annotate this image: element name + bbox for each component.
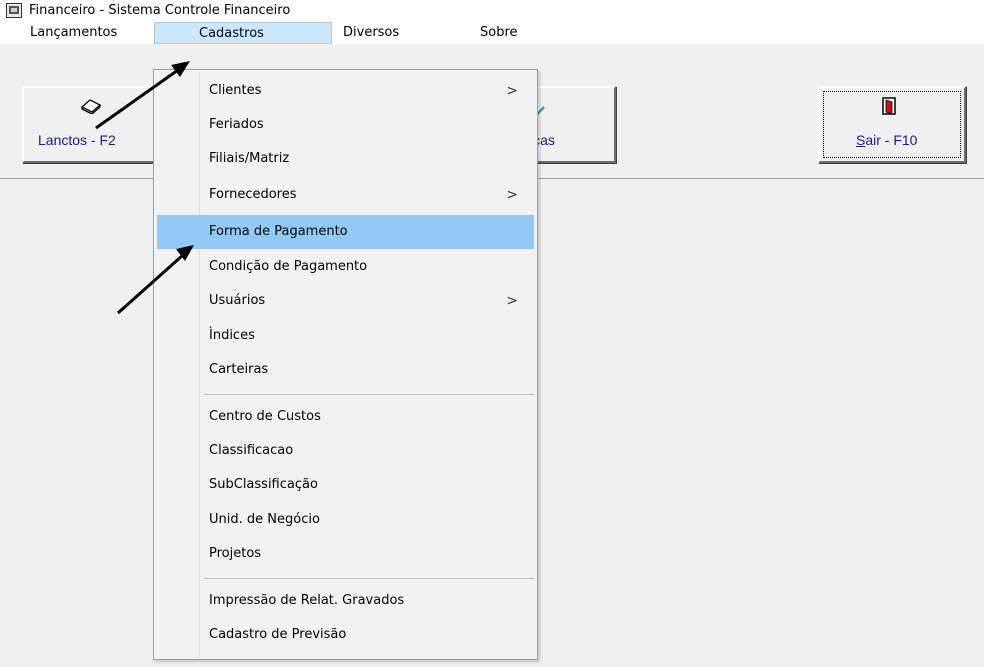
menu-bar: Lançamentos Cadastros Diversos Sobre	[0, 22, 984, 44]
app-icon[interactable]	[6, 3, 22, 18]
menu-item-label: SubClassificação	[209, 477, 318, 492]
menu-item-clientes[interactable]: Clientes >	[157, 76, 534, 106]
menu-item-unid-de-negocio[interactable]: Unid. de Negócio	[157, 505, 534, 535]
sair-underline: S	[856, 132, 866, 148]
menu-item-label: Clientes	[209, 83, 262, 98]
menu-item-classificacao[interactable]: Classificacao	[157, 436, 534, 466]
menu-item-impressao-relat-gravados[interactable]: Impressão de Relat. Gravados	[157, 586, 534, 616]
submenu-arrow-icon: >	[506, 187, 518, 203]
menu-item-label: Ìndices	[209, 328, 255, 343]
menu-separator	[204, 394, 534, 395]
menu-item-label: Centro de Custos	[209, 409, 321, 424]
menu-item-label: Unid. de Negócio	[209, 512, 320, 527]
menu-item-usuarios[interactable]: Usuários >	[157, 286, 534, 316]
menu-item-forma-de-pagamento[interactable]: Forma de Pagamento	[157, 215, 534, 249]
lanctos-label: Lanctos - F2	[38, 132, 116, 148]
menu-item-centro-de-custos[interactable]: Centro de Custos	[157, 402, 534, 432]
menu-item-filiais-matriz[interactable]: Filiais/Matriz	[157, 144, 534, 174]
menu-item-label: Impressão de Relat. Gravados	[209, 593, 405, 608]
menu-diversos[interactable]: Diversos	[333, 22, 409, 44]
menu-item-feriados[interactable]: Feriados	[157, 110, 534, 140]
menu-sobre[interactable]: Sobre	[470, 22, 528, 44]
menu-separator	[204, 578, 534, 579]
menu-item-label: Carteiras	[209, 362, 269, 377]
menu-item-label: Filiais/Matriz	[209, 151, 290, 166]
sair-label-text: air - F10	[865, 132, 918, 148]
menu-item-label: Condição de Pagamento	[209, 259, 368, 274]
menu-item-projetos[interactable]: Projetos	[157, 539, 534, 569]
menu-item-cadastro-de-previsao[interactable]: Cadastro de Previsão	[157, 620, 534, 650]
lanctos-button[interactable]: Lanctos - F2	[22, 86, 162, 163]
title-bar: Financeiro - Sistema Controle Financeiro	[0, 0, 984, 22]
menu-item-subclassificacao[interactable]: SubClassificação	[157, 470, 534, 500]
menu-item-condicao-de-pagamento[interactable]: Condição de Pagamento	[157, 252, 534, 282]
menu-item-label: Fornecedores	[209, 187, 297, 202]
menu-item-label: Usuários	[209, 293, 266, 308]
menu-item-carteiras[interactable]: Carteiras	[157, 355, 534, 385]
menu-item-label: Forma de Pagamento	[209, 224, 348, 239]
book-icon	[80, 99, 102, 114]
menu-item-label: Cadastro de Previsão	[209, 627, 347, 642]
sair-button[interactable]: Sair - F10	[818, 86, 966, 163]
exit-door-icon	[882, 97, 896, 115]
menu-cadastros[interactable]: Cadastros	[154, 22, 332, 44]
menu-item-label: Classificacao	[209, 443, 294, 458]
cadastros-dropdown: Clientes > Feriados Filiais/Matriz Forne…	[153, 69, 538, 660]
menu-item-label: Projetos	[209, 546, 262, 561]
submenu-arrow-icon: >	[506, 83, 518, 99]
submenu-arrow-icon: >	[506, 293, 518, 309]
sair-label: Sair - F10	[856, 132, 917, 148]
menu-lancamentos[interactable]: Lançamentos	[20, 22, 127, 44]
menu-item-label: Feriados	[209, 117, 264, 132]
menu-item-fornecedores[interactable]: Fornecedores >	[157, 180, 534, 210]
menu-item-indices[interactable]: Ìndices	[157, 321, 534, 351]
window-title: Financeiro - Sistema Controle Financeiro	[29, 3, 291, 18]
